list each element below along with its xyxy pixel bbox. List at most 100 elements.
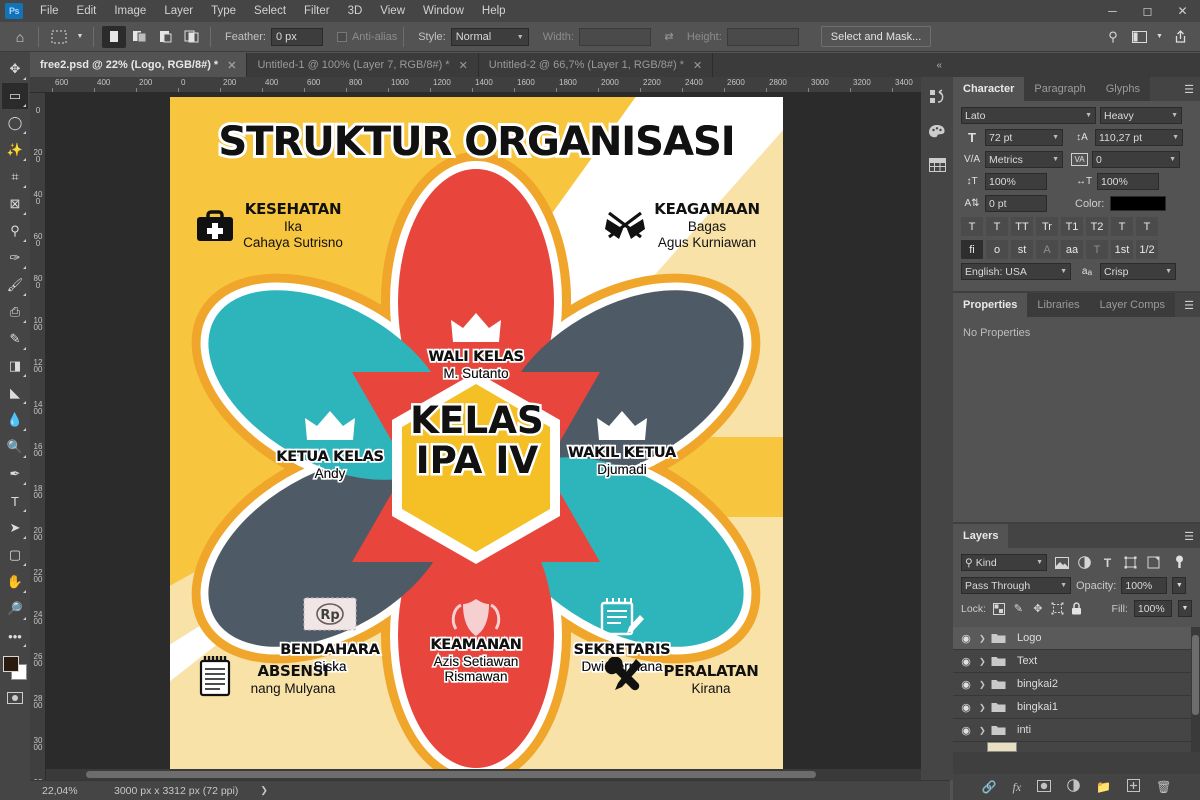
close-button[interactable]: ✕ [1165,0,1200,22]
menu-item-window[interactable]: Window [414,2,473,20]
chevron-down-icon[interactable]: ▼ [73,26,87,48]
zoom-tool[interactable]: 🔎 [2,596,28,622]
lock-artboard-icon[interactable] [1051,600,1064,617]
horizontal-type-tool[interactable]: T [2,488,28,514]
tool-preset-picker[interactable] [47,26,71,48]
style-select[interactable]: Normal ▼ [450,27,529,46]
menu-item-filter[interactable]: Filter [295,2,339,20]
select-and-mask-button[interactable]: Select and Mask... [820,26,932,47]
add-layer-style-icon[interactable]: fx [1013,780,1022,795]
arrange-documents-icon[interactable] [1127,26,1151,48]
opacity-input[interactable]: 100% [1121,577,1168,594]
hand-tool[interactable]: ✋ [2,569,28,595]
opentype-button-7[interactable]: 1/2 [1136,240,1158,259]
layer-visibility-icon[interactable]: ◉ [953,724,979,737]
lock-image-pixels-icon[interactable]: ✎ [1012,600,1025,617]
menu-item-image[interactable]: Image [105,2,155,20]
opentype-button-1[interactable]: o [986,240,1008,259]
menu-item-help[interactable]: Help [473,2,515,20]
lock-position-icon[interactable]: ✥ [1031,600,1044,617]
intersect-selection-button[interactable] [180,26,204,48]
add-layer-mask-icon[interactable] [1037,779,1052,795]
menu-item-type[interactable]: Type [202,2,245,20]
filter-toggle-icon[interactable] [1171,554,1188,571]
blur-tool[interactable]: 💧 [2,407,28,433]
panel-menu-icon[interactable]: ☰ [1184,83,1194,96]
width-input[interactable] [578,27,651,46]
document-tab-1[interactable]: Untitled-1 @ 100% (Layer 7, RGB/8#) * ✕ [247,53,479,77]
panel-tab-libraries[interactable]: Libraries [1027,293,1090,317]
feather-input[interactable]: 0 px [270,27,323,46]
panel-menu-icon[interactable]: ☰ [1184,530,1194,543]
lasso-tool[interactable]: ◯ [2,110,28,136]
font-style-button-0[interactable]: T [961,217,983,236]
new-fill-adjustment-icon[interactable] [1067,779,1081,795]
maximize-button[interactable]: ◻ [1130,0,1165,22]
font-style-button-3[interactable]: Tr [1036,217,1058,236]
color-swatches-icon[interactable] [924,117,950,145]
layer-visibility-icon[interactable]: ◉ [953,632,979,645]
adjustment-layers-icon[interactable] [1076,554,1093,571]
menu-item-select[interactable]: Select [245,2,295,20]
pen-tool[interactable]: ✒ [2,461,28,487]
expand-group-icon[interactable]: ❯ [979,703,991,712]
layer-visibility-icon[interactable]: ◉ [953,655,979,668]
layers-list[interactable]: ◉ ❯ Logo ◉ ❯ Text ◉ ❯ bingkai2 ◉ ❯ bingkai1 ◉ ❯ inti [953,627,1200,752]
move-tool[interactable]: ✥ [2,56,28,82]
edit-toolbar-tool[interactable]: ••• [2,623,28,649]
layer-row[interactable]: ◉ ❯ inti [953,719,1200,742]
menu-item-view[interactable]: View [371,2,414,20]
layers-scrollbar[interactable] [1191,627,1200,752]
fill-chevron-down-icon[interactable]: ▼ [1178,600,1193,617]
canvas-horizontal-scrollbar[interactable] [46,769,939,780]
close-tab-icon[interactable]: ✕ [459,59,468,72]
pixel-layers-icon[interactable] [1053,554,1070,571]
text-color-swatch[interactable] [1110,196,1167,211]
height-input[interactable] [726,27,799,46]
chevron-right-icon[interactable]: ❯ [238,785,268,796]
font-style-button-7[interactable]: T [1136,217,1158,236]
panel-tab-properties[interactable]: Properties [953,293,1028,317]
font-style-button-1[interactable]: T [986,217,1008,236]
panel-tab-paragraph[interactable]: Paragraph [1024,77,1096,101]
healing-brush-tool[interactable]: ✑ [2,245,28,271]
font-style-button-6[interactable]: T [1111,217,1133,236]
layer-filter-kind-select[interactable]: ⚲ Kind ▼ [961,554,1047,571]
opentype-button-4[interactable]: aa [1061,240,1083,259]
close-tab-icon[interactable]: ✕ [693,59,702,72]
layer-visibility-icon[interactable]: ◉ [953,701,979,714]
layer-visibility-icon[interactable]: ◉ [953,678,979,691]
font-size-input[interactable]: 72 pt ▼ [985,129,1063,146]
expand-group-icon[interactable]: ❯ [979,726,991,735]
add-to-selection-button[interactable] [128,26,152,48]
layer-row[interactable]: ◉ ❯ bingkai2 [953,673,1200,696]
delete-layer-icon[interactable]: 🗑 [1156,780,1171,794]
color-swatches[interactable] [2,655,28,681]
menu-item-edit[interactable]: Edit [68,2,106,20]
kerning-select[interactable]: Metrics ▼ [985,151,1063,168]
quick-selection-tool[interactable]: ✨ [2,137,28,163]
document-artwork[interactable]: STRUKTUR ORGANISASI STRUKTUR ORGANISASI … [170,97,783,779]
dodge-tool[interactable]: 🔍 [2,434,28,460]
shape-layers-icon[interactable] [1122,554,1139,571]
swap-arrows-icon[interactable]: ⇄ [657,26,681,48]
type-layers-icon[interactable]: T [1099,554,1116,571]
baseline-shift-input[interactable]: 0 pt [985,195,1047,212]
fill-input[interactable]: 100% [1133,600,1173,617]
font-style-button-5[interactable]: T2 [1086,217,1108,236]
font-family-select[interactable]: Lato ▼ [961,107,1096,124]
document-tab-0[interactable]: free2.psd @ 22% (Logo, RGB/8#) * ✕ [30,53,248,77]
foreground-color-swatch[interactable] [3,656,19,672]
document-tab-2[interactable]: Untitled-2 @ 66,7% (Layer 1, RGB/8#) * ✕ [478,53,714,77]
rectangle-tool[interactable]: ▢ [2,542,28,568]
crop-tool[interactable]: ⌗ [2,164,28,190]
opacity-chevron-down-icon[interactable]: ▼ [1172,577,1187,594]
menu-item-3d[interactable]: 3D [339,2,372,20]
language-select[interactable]: English: USA ▼ [961,263,1071,280]
opentype-button-2[interactable]: st [1011,240,1033,259]
anti-alias-checkbox[interactable] [336,31,347,42]
opentype-button-6[interactable]: 1st [1111,240,1133,259]
layer-row[interactable]: ◉ ❯ bingkai1 [953,696,1200,719]
quick-mask-icon[interactable] [2,685,28,711]
new-group-icon[interactable]: 📁 [1096,780,1111,794]
